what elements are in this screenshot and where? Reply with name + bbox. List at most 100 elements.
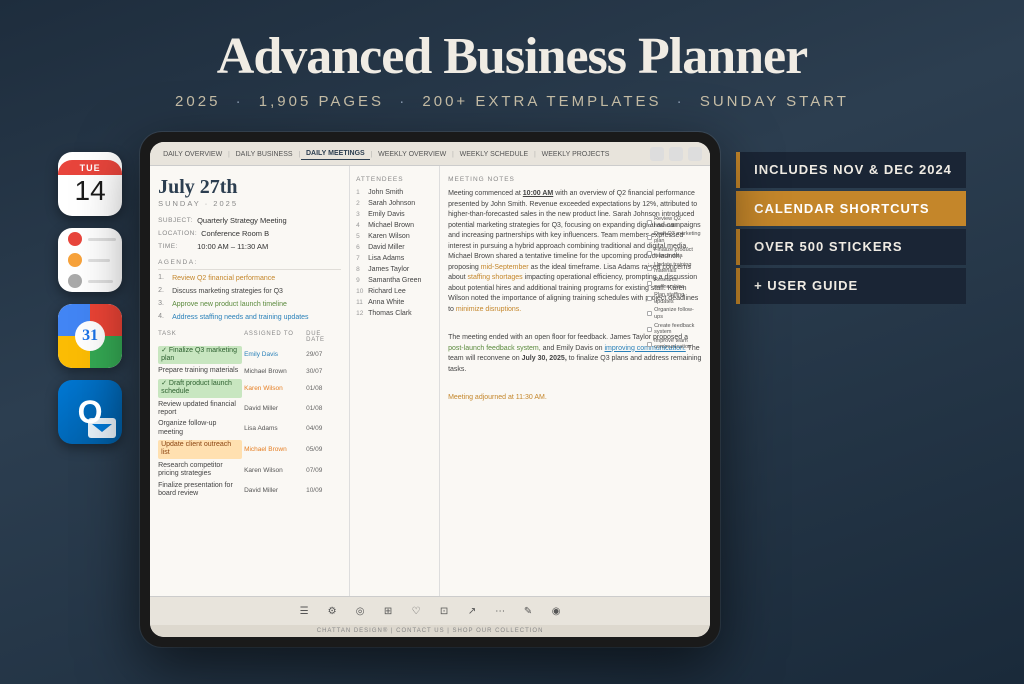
location-row: LOCATION: Conference Room B — [158, 229, 341, 238]
dot-2: · — [399, 93, 407, 110]
badge-calendar-shortcuts: CALENDAR SHORTCUTS — [736, 191, 966, 227]
agenda-section-title: AGENDA: — [158, 259, 341, 270]
content-row: TUE 14 — [0, 122, 1024, 647]
toolbar-icon-10[interactable]: ◉ — [548, 603, 564, 619]
toolbar-icon-6[interactable]: ⊡ — [436, 603, 452, 619]
task-name-6: Update client outreach list — [158, 440, 242, 459]
attendee-5: 5 Karen Wilson — [356, 233, 433, 240]
toolbar-icon-2[interactable]: ⚙ — [324, 603, 340, 619]
check-label-1: Review Q2 financials — [654, 216, 702, 229]
task-assign-6: Michael Brown — [244, 446, 304, 453]
nav-tab-daily-overview[interactable]: DAILY OVERVIEW — [158, 149, 227, 160]
tablet-nav: DAILY OVERVIEW | DAILY BUSINESS | DAILY … — [150, 142, 710, 166]
badge-nov-dec: INCLUDES NOV & DEC 2024 — [736, 152, 966, 188]
checkbox-8[interactable] — [647, 327, 652, 332]
badge-user-guide: + USER GUIDE — [736, 268, 966, 304]
subject-row: SUBJECT: Quarterly Strategy Meeting — [158, 216, 341, 225]
right-panel: MEETING NOTES Meeting commenced at 10:00… — [440, 166, 710, 596]
task-assign-8: David Miller — [244, 487, 304, 494]
toolbar-icon-4[interactable]: ⊞ — [380, 603, 396, 619]
subtitle: 2025 · 1,905 PAGES · 200+ EXTRA TEMPLATE… — [20, 93, 1004, 110]
attendee-3: 3 Emily Davis — [356, 211, 433, 218]
task-due-3: 01/08 — [306, 385, 341, 392]
check-9: Improve team communication — [647, 338, 702, 351]
toolbar-icon-9[interactable]: ✎ — [520, 603, 536, 619]
reminder-dot-3 — [68, 274, 113, 288]
agenda-text-2: Discuss marketing strategies for Q3 — [172, 287, 283, 296]
checkbox-7[interactable] — [647, 311, 652, 316]
task-row-8: Finalize presentation for board review D… — [158, 482, 341, 499]
checkbox-3[interactable] — [647, 251, 652, 256]
agenda-item-4: 4. Address staffing needs and training u… — [158, 313, 341, 322]
nav-divider-4: | — [452, 150, 453, 158]
left-panel: July 27th SUNDAY · 2025 SUBJECT: Quarter… — [150, 166, 350, 596]
outlook-app-icon[interactable]: O — [58, 380, 122, 444]
check-label-5: Research partnerships — [654, 277, 702, 290]
toolbar-icon-3[interactable]: ◎ — [352, 603, 368, 619]
task-name-5: Organize follow-up meeting — [158, 420, 242, 437]
task-due-1: 29/07 — [306, 351, 341, 358]
checkbox-1[interactable] — [647, 220, 652, 225]
nav-divider-3: | — [371, 150, 372, 158]
date-heading: July 27th — [158, 176, 341, 199]
reminder-line-2 — [88, 259, 110, 262]
attendees-title: ATTENDEES — [356, 176, 433, 183]
checkbox-6[interactable] — [647, 296, 652, 301]
tablet-footer: CHATTAN DESIGN® | CONTACT US | SHOP OUR … — [150, 625, 710, 637]
dot-1: · — [236, 93, 244, 110]
task-name-3: ✓ Draft product launch schedule — [158, 379, 242, 398]
task-assign-7: Karen Wilson — [244, 467, 304, 474]
calendar-app-icon[interactable]: TUE 14 — [58, 152, 122, 216]
nav-tab-weekly-schedule[interactable]: WEEKLY SCHEDULE — [455, 149, 534, 160]
task-row-6: Update client outreach list Michael Brow… — [158, 440, 341, 459]
checkbox-4[interactable] — [647, 266, 652, 271]
gcal-app-icon[interactable]: 31 — [58, 304, 122, 368]
gray-dot — [68, 274, 82, 288]
task-row-7: Research competitor pricing strategies K… — [158, 462, 341, 479]
nav-tab-daily-business[interactable]: DAILY BUSINESS — [231, 149, 298, 160]
reminder-line-3 — [88, 280, 113, 283]
tablet-screen: DAILY OVERVIEW | DAILY BUSINESS | DAILY … — [150, 142, 710, 637]
tablet-device: DAILY OVERVIEW | DAILY BUSINESS | DAILY … — [140, 132, 720, 647]
agenda-num-3: 3. — [158, 300, 168, 307]
location-value: Conference Room B — [201, 229, 269, 238]
check-label-3: Finalize product launch data — [654, 247, 702, 260]
checkbox-5[interactable] — [647, 281, 652, 286]
toolbar-icon-1[interactable]: ☰ — [296, 603, 312, 619]
checkbox-2[interactable] — [647, 235, 652, 240]
task-assign-3: Karen Wilson — [244, 385, 304, 392]
nav-icon-2[interactable] — [669, 147, 683, 161]
task-due-7: 07/09 — [306, 467, 341, 474]
reminder-dot-2 — [68, 253, 110, 267]
check-label-6: Plan staffing updates — [654, 292, 702, 305]
dot-3: · — [677, 93, 685, 110]
check-5: Research partnerships — [647, 277, 702, 290]
task-assign-2: Michael Brown — [244, 368, 304, 375]
nav-icon-1[interactable] — [650, 147, 664, 161]
nav-tab-daily-meetings[interactable]: DAILY MEETINGS — [301, 148, 370, 160]
nav-tab-weekly-overview[interactable]: WEEKLY OVERVIEW — [373, 149, 451, 160]
check-label-8: Create feedback system — [654, 323, 702, 336]
toolbar-icon-7[interactable]: ↗ — [464, 603, 480, 619]
task-name-2: Prepare training materials — [158, 367, 242, 375]
main-title: Advanced Business Planner — [20, 28, 1004, 85]
checkbox-9[interactable] — [647, 342, 652, 347]
reminder-dot-1 — [68, 232, 116, 246]
nav-divider-1: | — [228, 150, 229, 158]
right-sidebar-checks: Review Q2 financials Draft Q3 marketing … — [647, 216, 702, 353]
reminders-app-icon[interactable] — [58, 228, 122, 292]
outlook-letter: O — [78, 394, 103, 431]
agenda-text-1: Review Q2 financial performance — [172, 274, 275, 283]
task-name-7: Research competitor pricing strategies — [158, 462, 242, 479]
center-panel: ATTENDEES 1 John Smith 2 Sarah Johnson 3… — [350, 166, 440, 596]
check-label-4: Update training materials — [654, 262, 702, 275]
nav-icon-group — [650, 147, 702, 161]
nav-icon-3[interactable] — [688, 147, 702, 161]
task-assign-4: David Miller — [244, 405, 304, 412]
attendee-12: 12 Thomas Clark — [356, 310, 433, 317]
toolbar-icon-5[interactable]: ♡ — [408, 603, 424, 619]
nav-tab-weekly-projects[interactable]: WEEKLY PROJECTS — [537, 149, 615, 160]
right-badges: INCLUDES NOV & DEC 2024 CALENDAR SHORTCU… — [736, 132, 966, 303]
toolbar-icon-8[interactable]: ⋯ — [492, 603, 508, 619]
attendee-4: 4 Michael Brown — [356, 222, 433, 229]
